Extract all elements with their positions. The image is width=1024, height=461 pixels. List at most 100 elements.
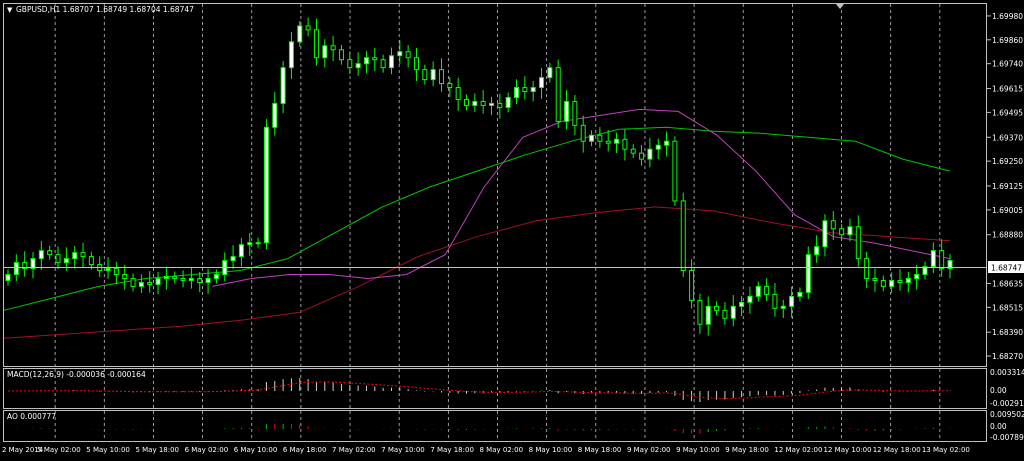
trading-chart[interactable]: 1.69980 1.69860 1.69740 1.69615 1.69495 1.693…	[0, 0, 1024, 457]
candle-body	[255, 242, 261, 245]
candle-body	[397, 51, 403, 57]
time-label: 9 May 02:00	[627, 446, 671, 454]
candle-body	[872, 277, 878, 281]
price-tick-label: 1.69370	[992, 133, 1023, 142]
ao-label-mid: 0.00	[990, 422, 1007, 431]
candle-body	[639, 152, 645, 160]
macd-panel[interactable]	[3, 368, 987, 409]
candle-body	[288, 41, 294, 69]
ao-label-top: 0.009502	[990, 410, 1024, 419]
time-label: 6 May 18:00	[283, 446, 327, 454]
chart-svg[interactable]: 1.69980 1.69860 1.69740 1.69615 1.69495 1.693…	[0, 0, 1024, 457]
price-tick-label: 1.69740	[992, 60, 1023, 69]
time-label: 6 May 02:00	[185, 446, 229, 454]
candle-body	[880, 279, 886, 287]
candle-body	[614, 138, 620, 144]
candle-body	[772, 293, 778, 309]
ao-title: AO 0.000777	[7, 412, 56, 421]
candle-body	[930, 250, 936, 268]
candle-body	[647, 148, 653, 160]
candle-body	[755, 285, 761, 297]
time-label: 12 May 02:00	[774, 446, 822, 454]
candle-body	[347, 59, 353, 69]
candle-body	[705, 305, 711, 325]
candle-body	[547, 67, 553, 79]
candle-body	[814, 246, 820, 256]
chart-title: GBPUSD,H1 1.68707 1.68749 1.68704 1.6874…	[16, 5, 194, 14]
candle-body	[213, 274, 219, 279]
candle-body	[747, 295, 753, 303]
candle-body	[380, 59, 386, 69]
candle-body	[855, 226, 861, 260]
time-label: 7 May 02:00	[332, 446, 376, 454]
time-label: 5 May 02:00	[37, 446, 81, 454]
candle-body	[522, 87, 528, 93]
time-label: 9 May 10:00	[676, 446, 720, 454]
candle-body	[180, 277, 186, 281]
time-label: 5 May 10:00	[86, 446, 130, 454]
price-tick-label: 1.69495	[992, 108, 1023, 117]
candle-body	[313, 29, 319, 59]
time-label: 13 May 02:00	[922, 446, 970, 454]
candle-body	[939, 250, 945, 270]
candle-body	[422, 69, 428, 81]
candle-body	[672, 140, 678, 202]
candle-body	[405, 51, 411, 59]
price-tick-label: 1.68515	[992, 303, 1023, 312]
candle-body	[789, 295, 795, 307]
candle-body	[38, 250, 44, 260]
candle-body	[480, 100, 486, 106]
candle-body	[122, 274, 128, 279]
candle-body	[497, 102, 503, 108]
time-label: 8 May 10:00	[529, 446, 573, 454]
candle-body	[455, 87, 461, 100]
candle-body	[272, 102, 278, 128]
macd-title: MACD(12,26,9) -0.000036 -0.000164	[7, 370, 146, 379]
candle-body	[322, 45, 328, 59]
ao-panel[interactable]	[3, 410, 987, 442]
candle-body	[197, 277, 203, 283]
price-tick-label: 1.69005	[992, 206, 1023, 215]
candle-body	[47, 250, 53, 256]
candle-body	[413, 57, 419, 71]
candle-body	[305, 25, 311, 31]
candle-body	[905, 277, 911, 283]
time-label: 8 May 02:00	[480, 446, 524, 454]
candle-body	[447, 83, 453, 89]
candle-body	[438, 69, 444, 85]
candle-body	[822, 220, 828, 248]
candle-body	[155, 277, 161, 285]
macd-label-bot: -0.00291	[990, 399, 1024, 408]
candle-body	[839, 228, 845, 236]
candle-body	[172, 275, 178, 279]
candle-body	[655, 144, 661, 150]
candle-body	[363, 57, 369, 65]
candle-body	[372, 57, 378, 61]
candle-body	[88, 256, 94, 266]
candle-body	[105, 268, 111, 272]
candle-body	[205, 277, 211, 283]
main-panel[interactable]	[3, 3, 987, 367]
candle-body	[605, 140, 611, 144]
time-label: 7 May 18:00	[430, 446, 474, 454]
time-label: 12 May 10:00	[824, 446, 872, 454]
candle-body	[5, 274, 11, 281]
candle-body	[247, 242, 253, 246]
candle-body	[130, 277, 136, 287]
current-price-label: 1.68747	[991, 264, 1022, 273]
candle-body	[530, 87, 536, 93]
candle-body	[864, 258, 870, 279]
candle-body	[622, 138, 628, 150]
time-label: 5 May 18:00	[135, 446, 179, 454]
candle-body	[664, 140, 670, 146]
candle-body	[797, 291, 803, 297]
candle-body	[539, 77, 545, 89]
candle-body	[472, 100, 478, 106]
candle-body	[55, 254, 61, 264]
candle-body	[113, 268, 119, 276]
candle-body	[147, 281, 153, 285]
price-tick-label: 1.68270	[992, 352, 1023, 361]
chart-menu-arrow[interactable]: ▼	[7, 6, 13, 14]
price-tick-label: 1.68390	[992, 328, 1023, 337]
candle-body	[338, 49, 344, 61]
